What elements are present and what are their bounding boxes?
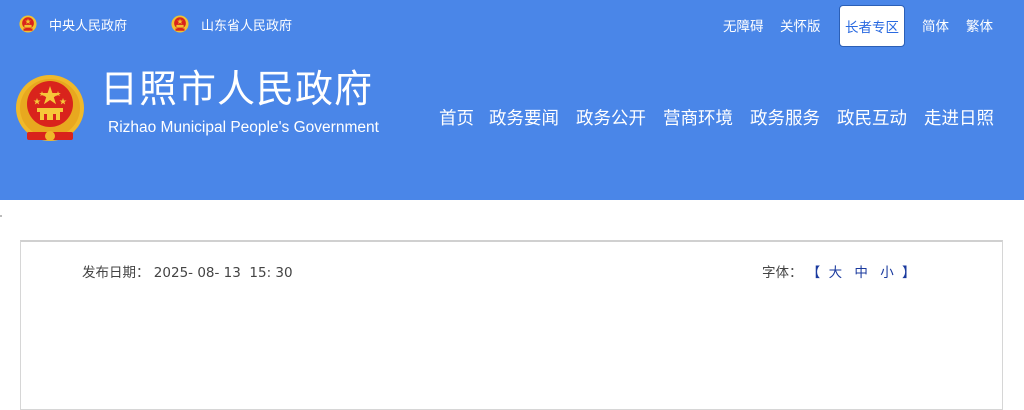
central-gov-label: 中央人民政府 xyxy=(49,18,128,34)
publish-date-label: 发布日期： xyxy=(82,265,150,281)
site-subtitle: Rizhao Municipal People's Government xyxy=(108,119,379,136)
nav-item-business-env[interactable]: 营商环境 xyxy=(663,106,733,132)
national-emblem-icon xyxy=(19,15,37,33)
nav-item-interaction[interactable]: 政民互动 xyxy=(837,106,907,132)
publish-date-value: 2025- 08- 13 15: 30 xyxy=(153,265,293,281)
font-size-control: 字体： 【 大 中 小 】 xyxy=(762,261,915,281)
nav-item-services[interactable]: 政务服务 xyxy=(750,106,820,132)
national-emblem-icon xyxy=(171,15,189,33)
accessibility-link[interactable]: 无障碍 xyxy=(723,15,764,35)
care-edition-link[interactable]: 关怀版 xyxy=(780,15,821,35)
central-gov-link[interactable]: 中央人民政府 xyxy=(19,14,127,34)
publish-date: 发布日期： 2025- 08- 13 15: 30 xyxy=(82,261,293,281)
nav-item-about-rizhao[interactable]: 走进日照 xyxy=(924,106,994,132)
bracket-open: 【 xyxy=(806,265,821,281)
shandong-gov-label: 山东省人民政府 xyxy=(201,18,293,34)
simplified-chinese-link[interactable]: 简体 xyxy=(922,15,949,35)
nav-item-home[interactable]: 首页 xyxy=(439,106,474,132)
font-medium-button[interactable]: 中 xyxy=(854,265,868,281)
shandong-gov-link[interactable]: 山东省人民政府 xyxy=(171,14,292,34)
site-header: 中央人民政府 山东省人民政府 无障碍 关怀版 长者专区 简体 繁体 日照市人民政… xyxy=(0,0,1024,200)
font-large-button[interactable]: 大 xyxy=(829,265,843,281)
nav-item-news[interactable]: 政务要闻 xyxy=(489,106,559,132)
bracket-close: 】 xyxy=(901,265,916,281)
national-emblem-icon xyxy=(16,75,84,141)
font-size-label: 字体： xyxy=(762,265,803,281)
site-title: 日照市人民政府 xyxy=(100,67,374,111)
divider-dot xyxy=(0,215,2,217)
font-small-button[interactable]: 小 xyxy=(880,265,894,281)
traditional-chinese-link[interactable]: 繁体 xyxy=(966,15,993,35)
nav-item-disclosure[interactable]: 政务公开 xyxy=(576,106,646,132)
elder-zone-button[interactable]: 长者专区 xyxy=(839,5,905,47)
elder-zone-label: 长者专区 xyxy=(845,20,899,36)
